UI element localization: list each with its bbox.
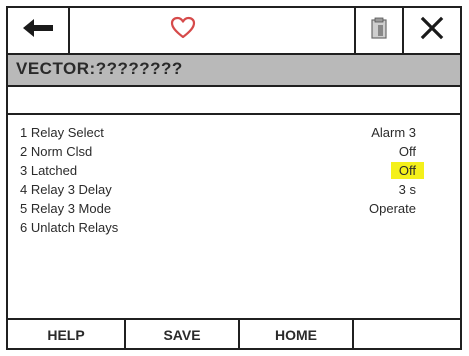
menu-item-label: 1 Relay Select bbox=[20, 125, 104, 140]
status-line bbox=[8, 87, 460, 115]
menu-item-value: 3 s bbox=[398, 182, 416, 197]
page-title: VECTOR:???????? bbox=[16, 59, 183, 78]
menu-item-label: 3 Latched bbox=[20, 163, 78, 178]
menu-item-label: 2 Norm Clsd bbox=[20, 144, 93, 159]
menu-item-norm-clsd[interactable]: 2 Norm Clsd Off bbox=[8, 142, 460, 161]
display-screen: VECTOR:???????? 1 Relay Select Alarm 3 2… bbox=[6, 6, 462, 350]
menu-item-relay-mode[interactable]: 5 Relay 3 Mode Operate bbox=[8, 199, 460, 218]
menu-item-value: Off bbox=[398, 144, 416, 159]
back-button[interactable] bbox=[8, 8, 70, 53]
menu-item-relay-delay[interactable]: 4 Relay 3 Delay 3 s bbox=[8, 180, 460, 199]
menu-item-label: 6 Unlatch Relays bbox=[20, 220, 119, 235]
close-icon bbox=[420, 16, 444, 45]
close-button[interactable] bbox=[404, 8, 460, 53]
left-arrow-icon bbox=[21, 17, 55, 44]
menu-item-label: 4 Relay 3 Delay bbox=[20, 182, 112, 197]
toolbar bbox=[8, 8, 460, 55]
menu-item-value: Alarm 3 bbox=[371, 125, 416, 140]
home-button[interactable]: HOME bbox=[240, 320, 354, 350]
help-button[interactable]: HELP bbox=[8, 320, 126, 350]
clipboard-button[interactable] bbox=[354, 8, 404, 53]
title-bar: VECTOR:???????? bbox=[8, 55, 460, 87]
menu-item-unlatch-relays[interactable]: 6 Unlatch Relays bbox=[8, 218, 460, 237]
menu-item-value: Operate bbox=[369, 201, 416, 216]
menu-item-label: 5 Relay 3 Mode bbox=[20, 201, 112, 216]
menu-item-latched[interactable]: 3 Latched Off bbox=[8, 161, 460, 180]
blank-softkey[interactable] bbox=[354, 320, 460, 350]
heart-outline-icon bbox=[170, 16, 196, 45]
device-frame: VECTOR:???????? 1 Relay Select Alarm 3 2… bbox=[0, 0, 469, 356]
clipboard-icon bbox=[370, 17, 388, 44]
save-button[interactable]: SAVE bbox=[126, 320, 240, 350]
softkey-bar: HELP SAVE HOME bbox=[8, 318, 460, 350]
menu-item-value-selected: Off bbox=[390, 162, 424, 179]
favorite-button[interactable] bbox=[70, 8, 296, 53]
menu-item-relay-select[interactable]: 1 Relay Select Alarm 3 bbox=[8, 123, 460, 142]
settings-menu: 1 Relay Select Alarm 3 2 Norm Clsd Off 3… bbox=[8, 115, 460, 318]
